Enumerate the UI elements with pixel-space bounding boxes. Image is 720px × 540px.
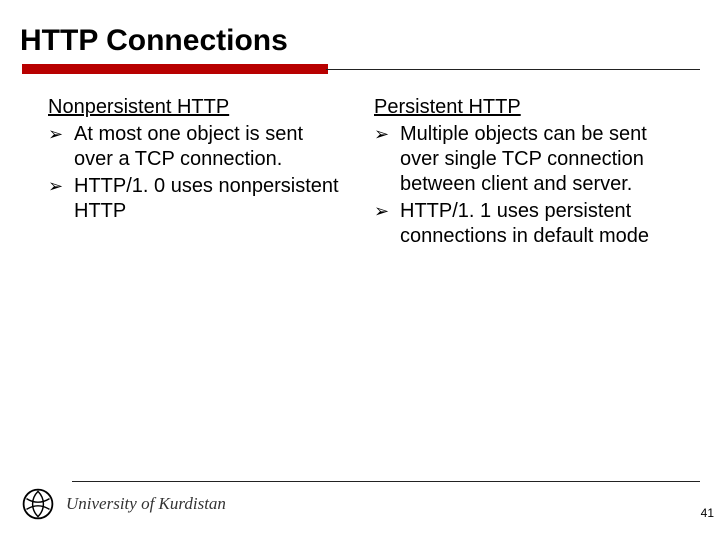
right-bullet-list: ➢ Multiple objects can be sent over sing… [374,122,672,249]
bullet-icon: ➢ [374,199,400,223]
footer-rule [72,481,700,482]
bullet-icon: ➢ [48,174,74,198]
bullet-icon: ➢ [48,122,74,146]
bullet-text: HTTP/1. 0 uses nonpersistent HTTP [74,174,346,224]
list-item: ➢ HTTP/1. 0 uses nonpersistent HTTP [48,174,346,224]
list-item: ➢ At most one object is sent over a TCP … [48,122,346,172]
footer: University of Kurdistan [0,481,720,522]
bullet-icon: ➢ [374,122,400,146]
left-column: Nonpersistent HTTP ➢ At most one object … [48,95,346,251]
slide-title: HTTP Connections [20,24,700,58]
footer-row: University of Kurdistan [20,486,700,522]
title-underline-thin [326,69,700,70]
left-heading: Nonpersistent HTTP [48,95,346,120]
university-logo-icon [20,486,56,522]
bullet-text: At most one object is sent over a TCP co… [74,122,346,172]
left-bullet-list: ➢ At most one object is sent over a TCP … [48,122,346,224]
content-columns: Nonpersistent HTTP ➢ At most one object … [20,75,700,251]
list-item: ➢ Multiple objects can be sent over sing… [374,122,672,197]
title-underline-red [22,64,328,74]
page-number: 41 [701,506,714,520]
university-name: University of Kurdistan [66,494,226,514]
slide: HTTP Connections Nonpersistent HTTP ➢ At… [0,0,720,540]
bullet-text: Multiple objects can be sent over single… [400,122,672,197]
right-heading: Persistent HTTP [374,95,672,120]
bullet-text: HTTP/1. 1 uses persistent connections in… [400,199,672,249]
list-item: ➢ HTTP/1. 1 uses persistent connections … [374,199,672,249]
right-column: Persistent HTTP ➢ Multiple objects can b… [374,95,672,251]
